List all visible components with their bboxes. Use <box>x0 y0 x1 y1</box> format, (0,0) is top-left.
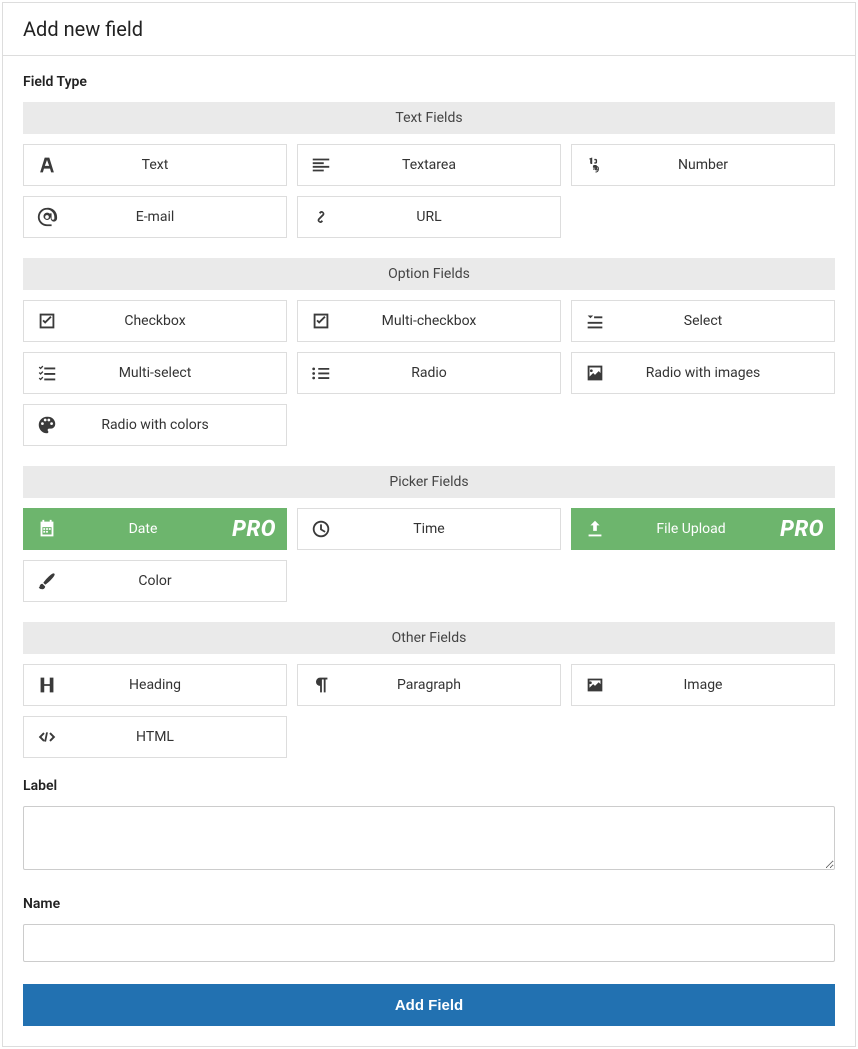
pro-badge: PRO <box>232 517 276 542</box>
field-option-label: Radio with colors <box>70 417 286 433</box>
field-option-label: Select <box>618 313 834 329</box>
svg-text:9: 9 <box>594 165 599 175</box>
field-option-label: Time <box>344 521 560 537</box>
field-option-radio[interactable]: Radio <box>297 352 561 394</box>
label-input[interactable] <box>23 806 835 870</box>
align-left-icon <box>298 154 344 176</box>
field-option-date[interactable]: Date PRO <box>23 508 287 550</box>
field-option-radio-images[interactable]: Radio with images <box>571 352 835 394</box>
field-option-label: Text <box>70 157 286 173</box>
field-option-color[interactable]: Color <box>23 560 287 602</box>
field-option-file-upload[interactable]: File Upload PRO <box>571 508 835 550</box>
field-option-image[interactable]: Image <box>571 664 835 706</box>
svg-text:1: 1 <box>589 157 594 167</box>
field-option-label: Radio with images <box>618 365 834 381</box>
field-option-html[interactable]: HTML <box>23 716 287 758</box>
field-option-select[interactable]: Select <box>571 300 835 342</box>
add-field-panel: Add new field Field Type Text Fields Tex… <box>2 2 856 1047</box>
name-field-label: Name <box>23 896 835 912</box>
code-icon <box>24 726 70 748</box>
label-field-label: Label <box>23 778 835 794</box>
field-option-label: Image <box>618 677 834 693</box>
brush-icon <box>24 570 70 592</box>
checkbox-icon <box>24 310 70 332</box>
field-option-label: Multi-select <box>70 365 286 381</box>
field-option-paragraph[interactable]: Paragraph <box>297 664 561 706</box>
font-icon <box>24 154 70 176</box>
group-header-picker: Picker Fields <box>23 466 835 498</box>
link-icon <box>298 206 344 228</box>
name-group: Name <box>23 896 835 962</box>
checklist-icon <box>24 362 70 384</box>
clock-icon <box>298 518 344 540</box>
field-grid-picker: Date PRO Time File Upload PRO Color <box>23 508 835 602</box>
field-grid-option: Checkbox Multi-checkbox Select Multi-sel… <box>23 300 835 446</box>
group-header-text: Text Fields <box>23 102 835 134</box>
field-option-number[interactable]: 19 Number <box>571 144 835 186</box>
field-option-label: Heading <box>70 677 286 693</box>
field-option-checkbox[interactable]: Checkbox <box>23 300 287 342</box>
field-option-multi-select[interactable]: Multi-select <box>23 352 287 394</box>
image-icon <box>572 674 618 696</box>
field-grid-other: Heading Paragraph Image HTML <box>23 664 835 758</box>
panel-body: Field Type Text Fields Text Textarea 19 … <box>3 56 855 1046</box>
field-option-label: URL <box>344 209 560 225</box>
checkbox-icon <box>298 310 344 332</box>
group-header-option: Option Fields <box>23 258 835 290</box>
field-option-email[interactable]: E-mail <box>23 196 287 238</box>
group-header-other: Other Fields <box>23 622 835 654</box>
field-option-label: Paragraph <box>344 677 560 693</box>
field-option-label: E-mail <box>70 209 286 225</box>
field-option-time[interactable]: Time <box>297 508 561 550</box>
heading-icon <box>24 674 70 696</box>
field-option-label: HTML <box>70 729 286 745</box>
add-field-button[interactable]: Add Field <box>23 984 835 1026</box>
field-option-textarea[interactable]: Textarea <box>297 144 561 186</box>
field-option-radio-colors[interactable]: Radio with colors <box>23 404 287 446</box>
select-icon <box>572 310 618 332</box>
field-option-label: Checkbox <box>70 313 286 329</box>
field-option-label: Textarea <box>344 157 560 173</box>
palette-icon <box>24 414 70 436</box>
field-type-label: Field Type <box>23 74 835 90</box>
field-option-label: Color <box>70 573 286 589</box>
field-option-label: Radio <box>344 365 560 381</box>
paragraph-icon <box>298 674 344 696</box>
field-grid-text: Text Textarea 19 Number E-mail URL <box>23 144 835 238</box>
at-icon <box>24 206 70 228</box>
list-icon <box>298 362 344 384</box>
field-option-text[interactable]: Text <box>23 144 287 186</box>
field-option-multi-checkbox[interactable]: Multi-checkbox <box>297 300 561 342</box>
image-icon <box>572 362 618 384</box>
field-option-heading[interactable]: Heading <box>23 664 287 706</box>
panel-title: Add new field <box>3 3 855 56</box>
field-option-label: Multi-checkbox <box>344 313 560 329</box>
number-icon: 19 <box>572 154 618 176</box>
upload-icon <box>572 518 618 540</box>
calendar-icon <box>24 518 70 540</box>
label-group: Label <box>23 778 835 874</box>
pro-badge: PRO <box>780 517 824 542</box>
field-option-label: Number <box>618 157 834 173</box>
field-option-url[interactable]: URL <box>297 196 561 238</box>
name-input[interactable] <box>23 924 835 962</box>
